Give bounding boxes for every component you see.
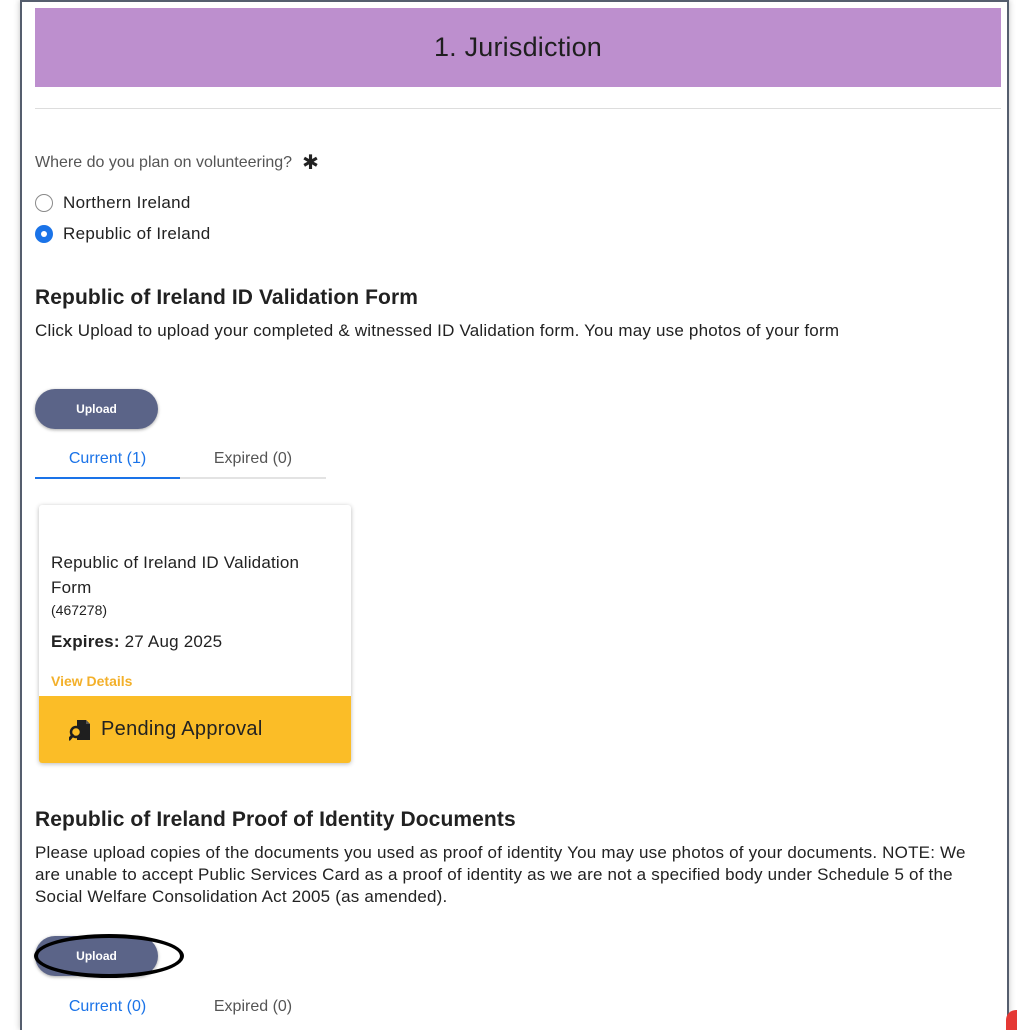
divider: [35, 108, 1001, 109]
radio-republic-of-ireland[interactable]: Republic of Ireland: [35, 224, 210, 244]
tab-expired[interactable]: Expired (0): [180, 442, 326, 479]
radio-label: Northern Ireland: [63, 193, 191, 212]
expires-label: Expires:: [51, 632, 120, 651]
proof-of-identity-upload-button[interactable]: Upload: [35, 936, 158, 976]
proof-of-identity-heading: Republic of Ireland Proof of Identity Do…: [35, 808, 516, 831]
id-validation-heading: Republic of Ireland ID Validation Form: [35, 286, 419, 309]
tab-current[interactable]: Current (1): [35, 442, 180, 479]
jurisdiction-question: Where do you plan on volunteering? ✱: [35, 152, 319, 174]
tab-label: Expired (0): [213, 998, 293, 1015]
tab-label: Expired (0): [213, 450, 293, 467]
tab-expired[interactable]: Expired (0): [180, 990, 326, 1027]
proof-of-identity-description: Please upload copies of the documents yo…: [35, 843, 966, 906]
status-label: Pending Approval: [101, 718, 263, 740]
form-panel: 1. Jurisdiction Where do you plan on vol…: [20, 0, 1009, 1030]
expires-value: 27 Aug 2025: [124, 632, 223, 651]
status-badge: Pending Approval: [39, 696, 351, 763]
card-expiry: Expires: 27 Aug 2025: [51, 632, 222, 652]
id-validation-description: Click Upload to upload your completed & …: [35, 321, 840, 340]
active-tab-indicator: [35, 477, 180, 479]
card-title: Republic of Ireland ID Validation Form: [51, 553, 300, 597]
section-title: 1. Jurisdiction: [433, 32, 603, 62]
document-search-icon: [69, 719, 91, 741]
id-validation-upload-button[interactable]: Upload: [35, 389, 158, 429]
tab-label: Current (0): [68, 998, 147, 1015]
radio-checked-icon[interactable]: [35, 225, 53, 243]
card-document-id: (467278): [51, 602, 108, 618]
view-details-link[interactable]: View Details: [51, 673, 132, 689]
tab-label: Current (1): [68, 450, 147, 467]
background-decoration: [1006, 1010, 1017, 1030]
document-card: Republic of Ireland ID Validation Form (…: [39, 505, 351, 763]
tab-current[interactable]: Current (0): [35, 990, 180, 1027]
section-header: 1. Jurisdiction: [35, 8, 1001, 87]
required-asterisk-icon: ✱: [302, 152, 319, 174]
radio-label: Republic of Ireland: [63, 224, 211, 243]
question-label: Where do you plan on volunteering?: [35, 154, 293, 171]
radio-unchecked-icon[interactable]: [35, 194, 53, 212]
radio-northern-ireland[interactable]: Northern Ireland: [35, 193, 191, 213]
proof-of-identity-tabs: Current (0) Expired (0): [35, 990, 326, 1027]
id-validation-tabs: Current (1) Expired (0): [35, 442, 326, 479]
